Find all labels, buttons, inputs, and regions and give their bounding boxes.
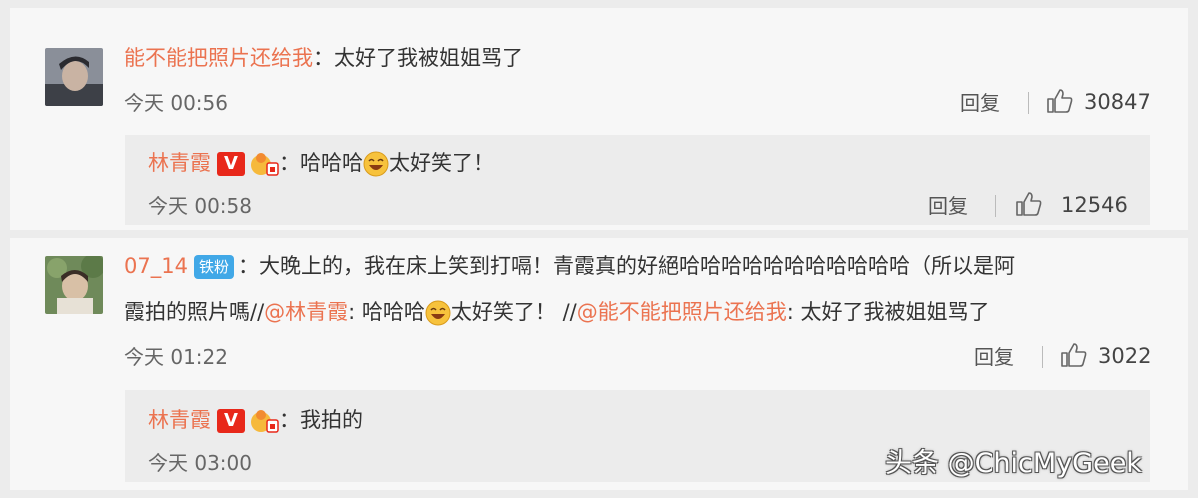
comment-text: : 太好了我被姐姐骂了 bbox=[786, 300, 990, 324]
comment-content-line2: 霞拍的照片嗎//@林青霞: 哈哈哈 太好笑了！ //@能不能把照片还给我: 太好… bbox=[124, 298, 990, 326]
colon: ： bbox=[279, 151, 300, 175]
comment-text: 大晚上的，我在床上笑到打嗝！青霞真的好絕哈哈哈哈哈哈哈哈哈哈哈（所以是阿 bbox=[258, 254, 1015, 278]
laughing-emoji-icon bbox=[425, 300, 451, 326]
like-icon[interactable] bbox=[1046, 88, 1074, 114]
fan-medal-icon bbox=[251, 153, 279, 176]
sub-reply-text: 我拍的 bbox=[300, 408, 363, 432]
divider bbox=[995, 195, 996, 217]
like-icon[interactable] bbox=[1060, 342, 1088, 368]
colon: ： bbox=[313, 46, 334, 70]
reply-button[interactable]: 回复 bbox=[928, 193, 968, 219]
comment-username[interactable]: 能不能把照片还给我 bbox=[124, 46, 313, 70]
divider bbox=[1042, 346, 1043, 368]
mention-link[interactable]: @林青霞 bbox=[264, 300, 348, 324]
sub-reply-time: 今天 00:58 bbox=[148, 194, 252, 218]
colon: ： bbox=[279, 408, 300, 432]
avatar[interactable] bbox=[45, 48, 103, 106]
sub-reply-time: 今天 03:00 bbox=[148, 451, 252, 475]
like-count: 12546 bbox=[1061, 193, 1128, 217]
sub-reply-content: 林青霞 V ：哈哈哈 太好笑了！ bbox=[148, 149, 494, 177]
like-count: 3022 bbox=[1098, 344, 1152, 368]
comment-time: 今天 00:56 bbox=[124, 91, 228, 115]
mention-link[interactable]: @能不能把照片还给我 bbox=[577, 300, 787, 324]
sub-reply-content: 林青霞 V ：我拍的 bbox=[148, 406, 363, 434]
like-icon[interactable] bbox=[1015, 191, 1043, 217]
avatar[interactable] bbox=[45, 256, 103, 314]
laughing-emoji-icon bbox=[363, 151, 389, 177]
comment-text: 霞拍的照片嗎// bbox=[124, 300, 265, 324]
v-badge: V bbox=[217, 152, 245, 176]
comment-username[interactable]: 07_14 bbox=[124, 254, 188, 278]
colon: ： bbox=[237, 254, 259, 278]
divider bbox=[1028, 92, 1029, 114]
v-badge: V bbox=[217, 409, 245, 433]
comment-text: 太好了我被姐姐骂了 bbox=[334, 46, 523, 70]
reply-button[interactable]: 回复 bbox=[974, 344, 1014, 370]
sub-reply-username[interactable]: 林青霞 bbox=[148, 408, 211, 432]
comment-text: : 哈哈哈 bbox=[348, 300, 425, 324]
comment-text: 太好笑了！ // bbox=[450, 300, 577, 324]
comment-content: 能不能把照片还给我：太好了我被姐姐骂了 bbox=[124, 44, 523, 72]
comment-time: 今天 01:22 bbox=[124, 345, 228, 369]
reply-button[interactable]: 回复 bbox=[960, 90, 1000, 116]
sub-reply-text: 哈哈哈 bbox=[300, 151, 363, 175]
comment-card: 能不能把照片还给我：太好了我被姐姐骂了 今天 00:56 回复 30847 林青… bbox=[10, 8, 1188, 230]
watermark: 头条 @ChicMyGeek bbox=[885, 448, 1142, 479]
sub-reply-username[interactable]: 林青霞 bbox=[148, 151, 211, 175]
sub-reply-text-2: 太好笑了！ bbox=[389, 151, 494, 175]
sub-reply: 林青霞 V ：哈哈哈 太好笑了！ 今天 00:58 回复 12546 bbox=[125, 135, 1150, 225]
like-count: 30847 bbox=[1084, 90, 1151, 114]
fan-medal-icon bbox=[251, 410, 279, 433]
fan-badge: 铁粉 bbox=[193, 255, 234, 279]
comment-content: 07_14 铁粉 ：大晚上的，我在床上笑到打嗝！青霞真的好絕哈哈哈哈哈哈哈哈哈哈哈（… bbox=[124, 252, 1015, 280]
